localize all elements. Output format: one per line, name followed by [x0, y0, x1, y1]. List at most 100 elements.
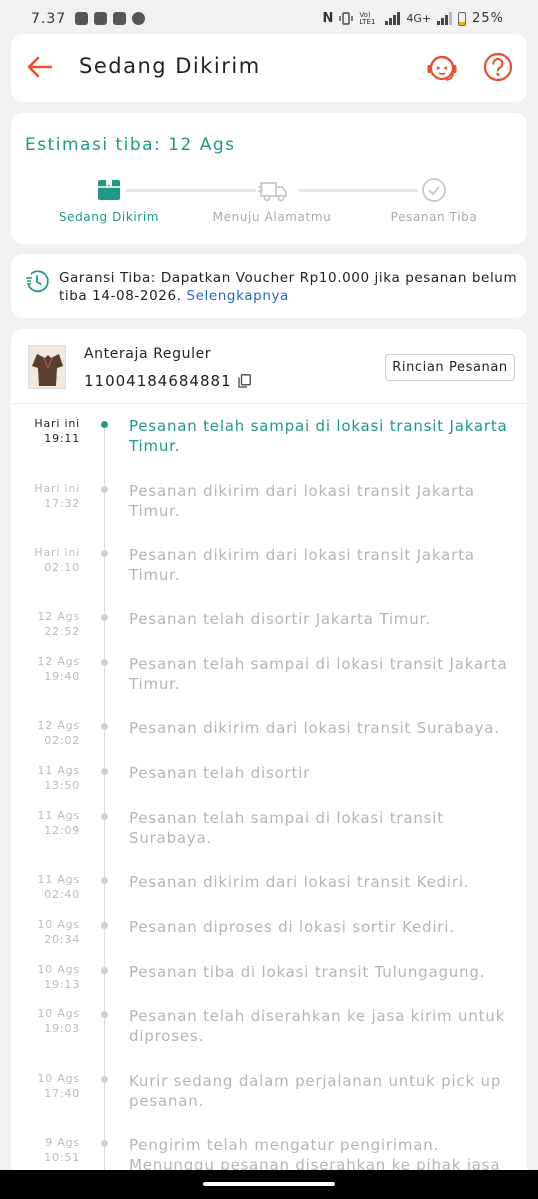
event-day: 12 Ags: [37, 655, 80, 668]
battery-level: 25%: [472, 11, 504, 26]
event-datetime: 11 Ags 13:50: [11, 763, 80, 793]
event-time: 02:02: [44, 734, 80, 747]
event-time: 02:40: [44, 888, 80, 901]
timeline-dot: [101, 768, 108, 775]
check-circle-icon: [422, 178, 446, 202]
timeline-dot: [101, 723, 108, 730]
event-time: 02:10: [44, 561, 80, 574]
guarantee-more-link[interactable]: Selengkapnya: [186, 288, 289, 304]
timeline-dot: [101, 421, 108, 428]
event-time: 17:40: [44, 1087, 80, 1100]
event-time: 19:11: [44, 432, 80, 445]
leaf-icon: [132, 12, 145, 25]
event-description: Pesanan tiba di lokasi transit Tulungagu…: [129, 963, 486, 981]
courier-name: Anteraja Reguler: [84, 346, 212, 362]
event-time: 19:40: [44, 670, 80, 683]
timeline-dot: [101, 614, 108, 621]
copy-icon[interactable]: [237, 374, 251, 388]
timeline-dot: [101, 550, 108, 557]
timeline-dot: [101, 1140, 108, 1147]
tracking-number: 11004184684881: [84, 372, 232, 390]
event-day: 12 Ags: [37, 610, 80, 623]
event-day: 11 Ags: [37, 809, 80, 822]
guarantee-text: Garansi Tiba: Dapatkan Voucher Rp10.000 …: [59, 269, 519, 305]
event-datetime: 12 Ags 19:40: [11, 654, 80, 684]
delivery-estimate-card: Estimasi tiba: 12 Ags Sedang Dikirim Men…: [11, 113, 527, 244]
event-day: 12 Ags: [37, 719, 80, 732]
event-description: Kurir sedang dalam perjalanan untuk pick…: [129, 1072, 502, 1110]
event-description: Pesanan telah sampai di lokasi transit J…: [129, 417, 508, 455]
shop-icon: [113, 12, 126, 25]
event-datetime: 12 Ags 22:52: [11, 609, 80, 639]
event-description: Pesanan telah disortir: [129, 764, 311, 782]
event-description: Pesanan diproses di lokasi sortir Kediri…: [129, 918, 455, 936]
timeline-dot: [101, 877, 108, 884]
box-icon: [98, 180, 120, 200]
estimate-title: Estimasi tiba: 12 Ags: [25, 135, 236, 155]
event-day: 10 Ags: [37, 1007, 80, 1020]
system-icons: N Vo) LTE1 4G+ 25%: [322, 11, 504, 26]
clock-guarantee-icon: [26, 270, 49, 293]
event-day: Hari ini: [34, 482, 80, 495]
event-datetime: 11 Ags 12:09: [11, 808, 80, 838]
event-datetime: Hari ini 19:11: [11, 416, 80, 446]
timeline-dot: [101, 659, 108, 666]
event-description: Pesanan telah sampai di lokasi transit J…: [129, 655, 508, 693]
event-datetime: 11 Ags 02:40: [11, 872, 80, 902]
event-day: 10 Ags: [37, 963, 80, 976]
event-datetime: 9 Ags 10:51: [11, 1135, 80, 1165]
network-type: 4G+: [406, 12, 432, 25]
event-description: Pesanan telah sampai di lokasi transit S…: [129, 809, 444, 847]
instagram-icon: [75, 12, 88, 25]
notification-icons: [75, 12, 145, 25]
event-description: Pesanan dikirim dari lokasi transit Sura…: [129, 719, 500, 737]
event-datetime: 12 Ags 02:02: [11, 718, 80, 748]
event-day: 9 Ags: [45, 1136, 80, 1149]
progress-line: [126, 189, 256, 192]
signal-icon-2: [437, 12, 453, 25]
event-time: 19:13: [44, 978, 80, 991]
chat-support-icon[interactable]: [425, 51, 459, 85]
volte-label: Vo) LTE1: [359, 10, 376, 26]
back-arrow-icon[interactable]: [25, 52, 55, 82]
event-datetime: 10 Ags 19:03: [11, 1006, 80, 1036]
tracking-number-row: 11004184684881: [84, 372, 251, 390]
event-description: Pesanan telah diserahkan ke jasa kirim u…: [129, 1007, 506, 1045]
timeline-dot: [101, 967, 108, 974]
timeline-dot: [101, 486, 108, 493]
shipment-tracking-card: Anteraja Reguler 11004184684881 Rincian …: [11, 329, 527, 1199]
event-time: 13:50: [44, 779, 80, 792]
event-datetime: Hari ini 17:32: [11, 481, 80, 511]
event-datetime: 10 Ags 19:13: [11, 962, 80, 992]
order-details-button[interactable]: Rincian Pesanan: [385, 354, 515, 381]
step-label-shipping: Sedang Dikirim: [58, 210, 160, 224]
help-icon[interactable]: [483, 52, 513, 82]
event-description: Pesanan dikirim dari lokasi transit Jaka…: [129, 546, 475, 584]
step-label-to-address: Menuju Alamatmu: [212, 210, 332, 224]
vibrate-icon: [339, 12, 354, 25]
system-nav-bar: [0, 1170, 538, 1199]
nfc-icon: N: [322, 11, 334, 26]
event-time: 19:03: [44, 1022, 80, 1035]
event-datetime: 10 Ags 20:34: [11, 917, 80, 947]
delivery-guarantee-card[interactable]: Garansi Tiba: Dapatkan Voucher Rp10.000 …: [11, 254, 527, 318]
timeline-dot: [101, 1076, 108, 1083]
product-thumbnail: [28, 345, 66, 389]
event-description: Pesanan telah disortir Jakarta Timur.: [129, 610, 431, 628]
shop-icon: [94, 12, 107, 25]
event-time: 12:09: [44, 824, 80, 837]
event-description: Pesanan dikirim dari lokasi transit Kedi…: [129, 873, 470, 891]
home-gesture-bar[interactable]: [203, 1182, 335, 1186]
timeline-dot: [101, 922, 108, 929]
truck-icon: [258, 182, 287, 202]
event-description: Pesanan dikirim dari lokasi transit Jaka…: [129, 482, 475, 520]
battery-icon: [458, 11, 467, 26]
event-day: 11 Ags: [37, 873, 80, 886]
timeline-dot: [101, 1011, 108, 1018]
status-bar: 7.37 N Vo) LTE1 4G+ 25%: [0, 0, 538, 38]
event-day: Hari ini: [34, 417, 80, 430]
page-title: Sedang Dikirim: [79, 54, 261, 78]
event-time: 20:34: [44, 933, 80, 946]
timeline-dot: [101, 813, 108, 820]
event-datetime: Hari ini 02:10: [11, 545, 80, 575]
